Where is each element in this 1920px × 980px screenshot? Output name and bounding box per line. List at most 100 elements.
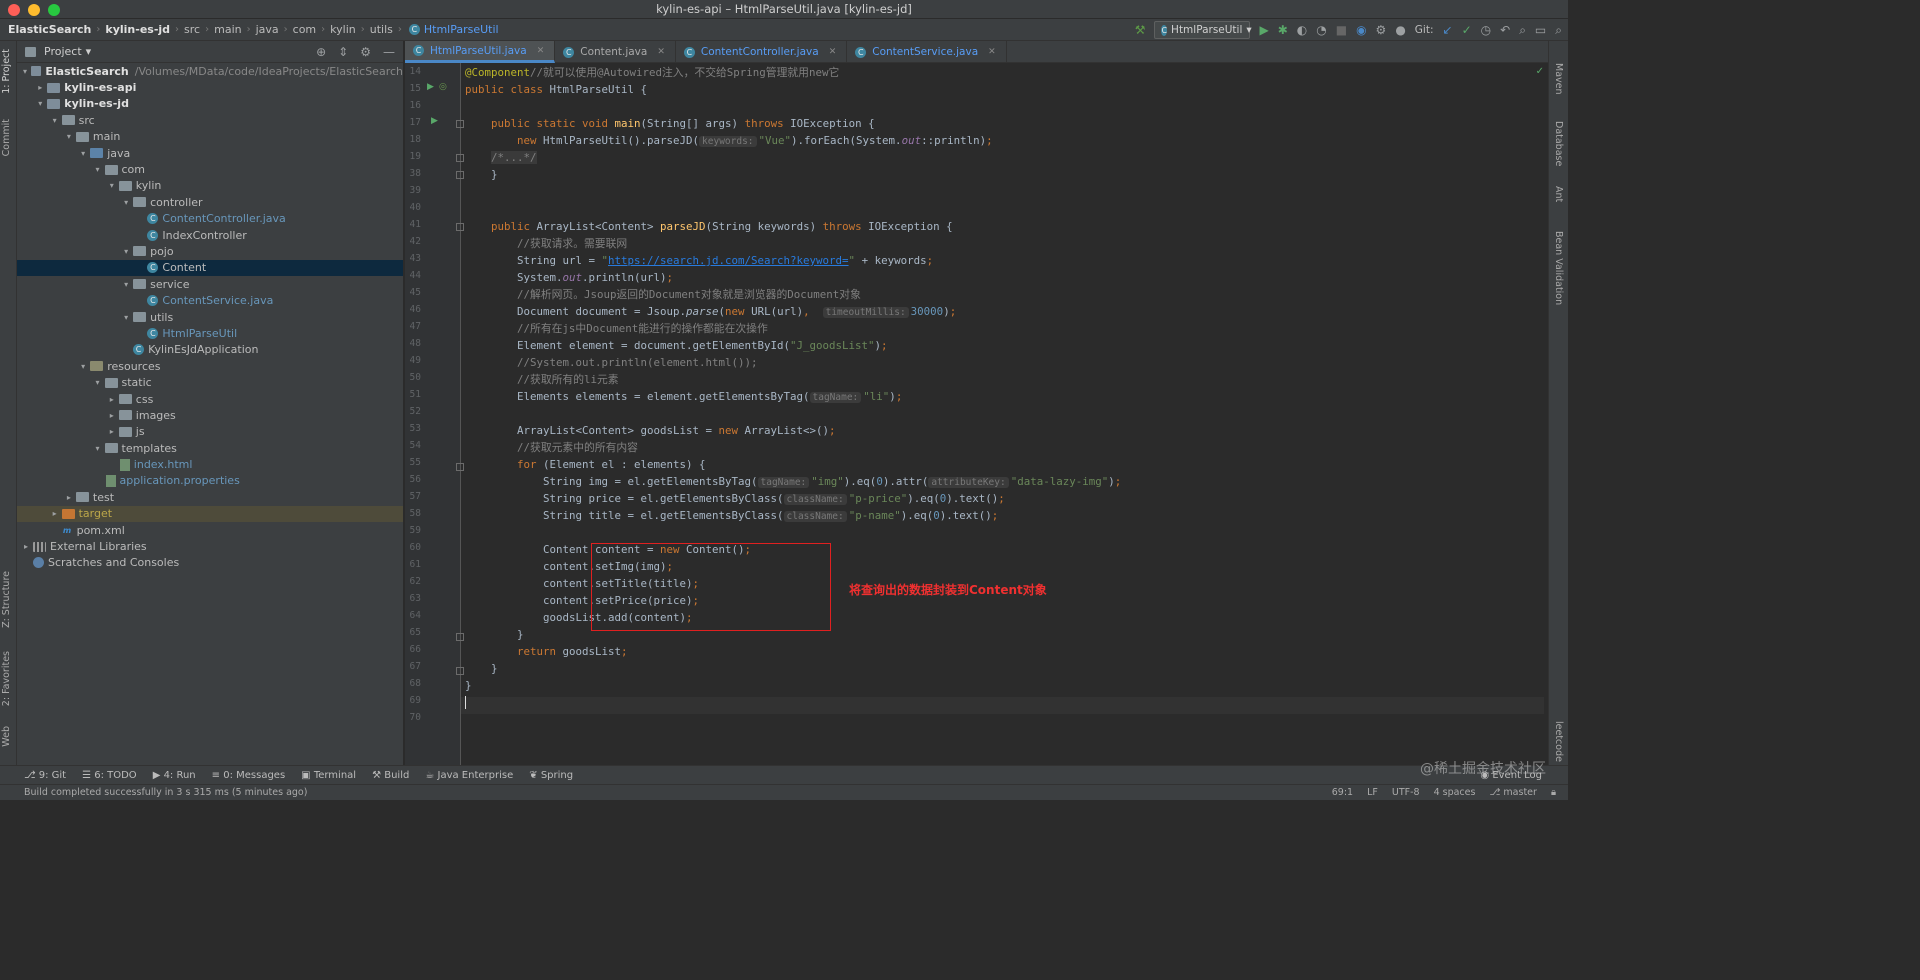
line-number[interactable]: 42 (405, 236, 421, 247)
tree-node[interactable]: C KylinEsJdApplication (17, 342, 403, 358)
tool-button-terminal[interactable]: ▣ Terminal (301, 770, 356, 781)
code-line[interactable]: //获取所有的li元素 (465, 371, 619, 388)
line-number[interactable]: 45 (405, 287, 421, 298)
tree-node[interactable]: ▾ src (17, 112, 403, 128)
code-line[interactable]: public static void main(String[] args) t… (465, 115, 875, 132)
code-line[interactable]: //获取请求。需要联网 (465, 235, 627, 252)
code-editor[interactable]: ▶ ◎ ▶ 14 15 16 17 18 19 38 39 40 41 42 43 44 45 46 47 48… (405, 63, 1548, 765)
tool-tab-web[interactable]: Web (1, 726, 12, 747)
code-line[interactable]: } (465, 626, 524, 643)
line-separator[interactable]: LF (1367, 785, 1378, 800)
tree-node[interactable]: ▾ kylin (17, 178, 403, 194)
close-window-button[interactable] (8, 4, 20, 16)
line-number[interactable]: 46 (405, 304, 421, 315)
code-line[interactable]: } (465, 166, 498, 183)
lock-icon[interactable]: 🔒︎ (1551, 785, 1556, 800)
chevron-down-icon[interactable]: ▾ (86, 45, 92, 58)
line-number[interactable]: 18 (405, 134, 421, 145)
tool-tab-maven[interactable]: Maven (1553, 63, 1564, 95)
tool-button-messages[interactable]: ≡ 0: Messages (212, 770, 286, 781)
chevron-down-icon[interactable]: ▾ (64, 132, 74, 141)
line-number[interactable]: 65 (405, 627, 421, 638)
tree-node[interactable]: C ContentService.java (17, 292, 403, 308)
inspection-ok-icon[interactable]: ✓ (1536, 66, 1544, 77)
line-number[interactable]: 60 (405, 542, 421, 553)
tree-node[interactable]: m pom.xml (17, 522, 403, 538)
tree-node[interactable]: C ContentController.java (17, 211, 403, 227)
status-message[interactable]: Build completed successfully in 3 s 315 … (24, 787, 307, 798)
tree-node[interactable]: ▸ images (17, 407, 403, 423)
code-line[interactable]: } (465, 660, 498, 677)
breadcrumb-item[interactable]: java (256, 23, 279, 36)
chevron-down-icon[interactable]: ▾ (78, 149, 88, 158)
tree-node[interactable]: C IndexController (17, 227, 403, 243)
line-number[interactable]: 56 (405, 474, 421, 485)
editor-tab[interactable]: C ContentService.java ✕ (847, 41, 1007, 63)
tree-node[interactable]: application.properties (17, 473, 403, 489)
code-area[interactable]: @Component//就可以使用@Autowired注入，不交给Spring管… (465, 63, 1548, 765)
chevron-down-icon[interactable]: ▾ (93, 378, 103, 387)
code-line[interactable]: //System.out.println(element.html()); (465, 354, 758, 371)
tool-tab-ant[interactable]: Ant (1553, 186, 1564, 202)
collapse-all-icon[interactable]: ⇕ (338, 45, 348, 59)
tree-node[interactable]: ▾ utils (17, 309, 403, 325)
code-line[interactable]: //所有在js中Document能进行的操作都能在次操作 (465, 320, 768, 337)
tree-node[interactable]: ▸ kylin-es-api (17, 79, 403, 95)
code-line[interactable]: new HtmlParseUtil().parseJD(keywords: "Vu… (465, 132, 993, 149)
line-number[interactable]: 59 (405, 525, 421, 536)
code-line[interactable]: String url = "https://search.jd.com/Sear… (465, 252, 933, 269)
tree-node[interactable]: Scratches and Consoles (17, 555, 403, 571)
locate-icon[interactable]: ⊕ (316, 45, 326, 59)
code-line[interactable]: /*...*/ (465, 149, 537, 166)
line-number[interactable]: 66 (405, 644, 421, 655)
chevron-down-icon[interactable]: ▾ (121, 198, 131, 207)
breadcrumb-item[interactable]: kylin (330, 23, 356, 36)
fold-marker-icon[interactable] (456, 223, 464, 231)
tree-node[interactable]: ▸ js (17, 424, 403, 440)
line-number[interactable]: 61 (405, 559, 421, 570)
fold-marker-icon[interactable] (456, 633, 464, 641)
code-line[interactable]: } (465, 677, 472, 694)
breadcrumb-item[interactable]: utils (370, 23, 393, 36)
code-line[interactable]: return goodsList; (465, 643, 628, 660)
tool-tab-structure[interactable]: Z: Structure (1, 571, 12, 628)
close-icon[interactable]: ✕ (829, 47, 837, 57)
chevron-right-icon[interactable]: ▸ (64, 493, 74, 502)
tree-node[interactable]: ▾ service (17, 276, 403, 292)
tree-node[interactable]: ▾ resources (17, 358, 403, 374)
tree-node[interactable]: ▾ main (17, 129, 403, 145)
line-number[interactable]: 58 (405, 508, 421, 519)
rollback-icon[interactable]: ↶ (1500, 23, 1510, 37)
line-number[interactable]: 53 (405, 423, 421, 434)
tool-tab-bean-validation[interactable]: Bean Validation (1553, 231, 1564, 305)
tree-node[interactable]: ▾ templates (17, 440, 403, 456)
line-number[interactable]: 47 (405, 321, 421, 332)
line-number[interactable]: 15 (405, 83, 421, 94)
editor-gutter[interactable]: ▶ ◎ ▶ 14 15 16 17 18 19 38 39 40 41 42 43 44 45 46 47 48… (405, 63, 464, 765)
run-icon[interactable]: ▶ (1259, 23, 1268, 37)
code-line[interactable]: String price = el.getElementsByClass(cla… (465, 490, 1005, 507)
code-line[interactable] (465, 694, 473, 711)
git-update-icon[interactable]: ↙ (1443, 23, 1453, 37)
chevron-down-icon[interactable]: ▾ (93, 444, 103, 453)
tree-node[interactable]: ▸ css (17, 391, 403, 407)
tree-node[interactable]: ▸ External Libraries (17, 538, 403, 554)
editor-tab[interactable]: C HtmlParseUtil.java ✕ (405, 41, 556, 63)
code-line[interactable]: System.out.println(url); (465, 269, 673, 286)
code-line[interactable]: ArrayList<Content> goodsList = new Array… (465, 422, 836, 439)
line-number[interactable]: 14 (405, 66, 421, 77)
code-line[interactable]: Element element = document.getElementByI… (465, 337, 888, 354)
tree-node[interactable]: C Content (17, 259, 403, 277)
line-number[interactable]: 67 (405, 661, 421, 672)
line-number[interactable]: 55 (405, 457, 421, 468)
breadcrumb-item[interactable]: kylin-es-jd (105, 23, 170, 36)
tree-node[interactable]: ▾ ElasticSearch/Volumes/MData/code/IdeaPr… (17, 63, 403, 79)
code-line[interactable]: @Component//就可以使用@Autowired注入，不交给Spring管… (465, 64, 839, 81)
line-number[interactable]: 44 (405, 270, 421, 281)
settings-sync-icon[interactable]: ⚙ (1376, 23, 1387, 37)
tool-button-java-enterprise[interactable]: ☕ Java Enterprise (425, 770, 513, 781)
fold-marker-icon[interactable] (456, 171, 464, 179)
caret-position[interactable]: 69:1 (1332, 785, 1353, 800)
tree-node[interactable]: ▾ static (17, 374, 403, 390)
chevron-down-icon[interactable]: ▾ (35, 99, 45, 108)
